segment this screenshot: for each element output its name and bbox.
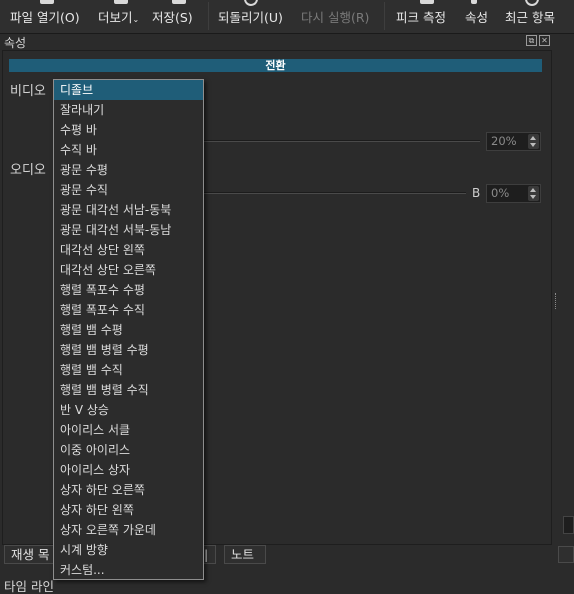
dropdown-item[interactable]: 광문 대각선 서북-동남 bbox=[54, 220, 203, 240]
audio-slider[interactable] bbox=[204, 192, 466, 194]
save-button[interactable]: 저장(S) bbox=[152, 0, 193, 34]
save-label: 저장(S) bbox=[152, 10, 193, 25]
properties-label: 속성 bbox=[465, 10, 489, 25]
float-icon[interactable]: ⧉ bbox=[526, 35, 537, 46]
redo-button[interactable]: 다시 실행(R) bbox=[301, 0, 369, 34]
dropdown-item[interactable]: 디졸브 bbox=[54, 80, 203, 100]
main-toolbar: 파일 열기(O) 더보기⌄ 저장(S) 되돌리기(U) 다시 실행(R) 피크 … bbox=[0, 0, 574, 34]
dropdown-item[interactable]: 행렬 뱀 병렬 수직 bbox=[54, 380, 203, 400]
video-spinbox[interactable]: 20% bbox=[486, 132, 541, 151]
dropdown-item[interactable]: 이중 아이리스 bbox=[54, 440, 203, 460]
toolbar-separator bbox=[208, 2, 209, 30]
open-file-button[interactable]: 파일 열기(O) bbox=[10, 0, 80, 34]
undo-button[interactable]: 되돌리기(U) bbox=[218, 0, 283, 34]
peak-meter-label: 피크 측정 bbox=[396, 10, 446, 25]
redo-label: 다시 실행(R) bbox=[301, 10, 370, 25]
video-label: 비디오 bbox=[10, 84, 46, 99]
dropdown-item[interactable]: 행렬 폭포수 수평 bbox=[54, 280, 203, 300]
recent-button[interactable]: 최근 항목 bbox=[505, 0, 555, 34]
audio-label: 오디오 bbox=[10, 163, 46, 178]
dropdown-item[interactable]: 광문 수평 bbox=[54, 160, 203, 180]
tab-playlist[interactable]: 재생 목 bbox=[4, 545, 58, 564]
dropdown-item[interactable]: 반 V 상승 bbox=[54, 400, 203, 420]
dropdown-item[interactable]: 아이리스 서클 bbox=[54, 420, 203, 440]
more-button[interactable]: 더보기⌄ bbox=[98, 0, 139, 34]
properties-button[interactable]: 속성 bbox=[465, 0, 488, 34]
dropdown-item[interactable]: 대각선 상단 왼쪽 bbox=[54, 240, 203, 260]
section-header: 전환 bbox=[9, 59, 542, 72]
video-slider[interactable] bbox=[204, 140, 480, 142]
transition-dropdown-list: 디졸브 잘라내기 수평 바 수직 바 광문 수평 광문 수직 광문 대각선 서남… bbox=[53, 79, 204, 580]
dropdown-item[interactable]: 아이리스 상자 bbox=[54, 460, 203, 480]
timeline-label: 타임 라인 bbox=[4, 579, 54, 594]
dropdown-item[interactable]: 상자 하단 왼쪽 bbox=[54, 500, 203, 520]
dropdown-item[interactable]: 상자 오른쪽 가운데 bbox=[54, 520, 203, 540]
undo-icon bbox=[244, 0, 258, 6]
spin-arrows-icon[interactable] bbox=[528, 186, 539, 201]
undo-label: 되돌리기(U) bbox=[218, 10, 283, 25]
recent-icon bbox=[525, 0, 539, 6]
dropdown-item[interactable]: 시계 방향 bbox=[54, 540, 203, 560]
dropdown-item[interactable]: 대각선 상단 오른쪽 bbox=[54, 260, 203, 280]
dropdown-item[interactable]: 행렬 폭포수 수직 bbox=[54, 300, 203, 320]
save-icon bbox=[172, 0, 186, 4]
tab-notes[interactable]: 노트 bbox=[224, 545, 266, 564]
dropdown-item[interactable]: 수평 바 bbox=[54, 120, 203, 140]
properties-icon bbox=[471, 0, 477, 4]
dropdown-item[interactable]: 행렬 뱀 병렬 수평 bbox=[54, 340, 203, 360]
peak-meter-button[interactable]: 피크 측정 bbox=[396, 0, 446, 34]
splitter-handle[interactable] bbox=[555, 293, 557, 309]
spin-arrows-icon[interactable] bbox=[528, 134, 539, 149]
panel-title: 속성 bbox=[4, 36, 27, 50]
peak-meter-icon bbox=[420, 0, 434, 4]
video-spin-value: 20% bbox=[491, 134, 517, 148]
audio-spinbox[interactable]: 0% bbox=[486, 184, 541, 203]
side-button[interactable] bbox=[563, 516, 574, 534]
dropdown-item[interactable]: 수직 바 bbox=[54, 140, 203, 160]
dropdown-item[interactable]: 잘라내기 bbox=[54, 100, 203, 120]
dropdown-item[interactable]: 행렬 뱀 수평 bbox=[54, 320, 203, 340]
more-label: 더보기⌄ bbox=[98, 10, 140, 25]
dropdown-item[interactable]: 광문 대각선 서남-동북 bbox=[54, 200, 203, 220]
toolbar-separator bbox=[384, 2, 385, 30]
open-file-label: 파일 열기(O) bbox=[10, 10, 80, 25]
dropdown-item[interactable]: 상자 하단 오른쪽 bbox=[54, 480, 203, 500]
folder-icon bbox=[40, 0, 54, 4]
dropdown-item[interactable]: 커스텀... bbox=[54, 560, 203, 580]
more-icon bbox=[114, 0, 128, 4]
recent-label: 최근 항목 bbox=[505, 10, 555, 25]
panel-controls: ⧉ ✕ bbox=[526, 35, 550, 46]
audio-b-label: B bbox=[472, 186, 481, 200]
audio-spin-value: 0% bbox=[491, 186, 510, 200]
dropdown-item[interactable]: 광문 수직 bbox=[54, 180, 203, 200]
tab-right-partial[interactable] bbox=[558, 546, 574, 563]
dropdown-item[interactable]: 행렬 뱀 수직 bbox=[54, 360, 203, 380]
close-icon[interactable]: ✕ bbox=[539, 35, 550, 46]
